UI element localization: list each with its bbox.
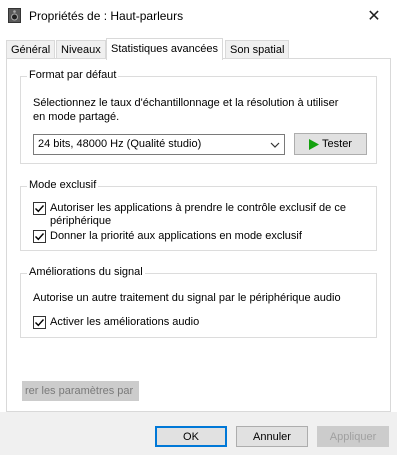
exclusive-control-label: Autoriser les applications à prendre le … [50, 202, 346, 214]
exclusive-priority-label: Donner la priorité aux applications en m… [50, 230, 302, 242]
checkmark-icon [35, 205, 45, 213]
tab-spatial-sound[interactable]: Son spatial [225, 40, 290, 59]
tab-strip: Général Niveaux Statistiques avancées So… [6, 38, 391, 60]
close-button[interactable]: ✕ [351, 0, 397, 31]
default-format-group: Format par défaut Sélectionnez le taux d… [20, 69, 377, 164]
default-format-description-2: en mode partagé. [33, 111, 120, 123]
test-button[interactable]: Tester [294, 133, 367, 155]
signal-enhancements-title: Améliorations du signal [27, 266, 145, 278]
exclusive-control-label-2: périphérique [50, 215, 112, 227]
restore-defaults-label: rer les paramètres par [25, 385, 134, 397]
tab-advanced[interactable]: Statistiques avancées [106, 38, 224, 60]
cancel-button-label: Annuler [253, 430, 291, 443]
restore-defaults-button[interactable]: rer les paramètres par [22, 381, 139, 401]
ok-button-label: OK [183, 430, 199, 443]
exclusive-priority-checkbox[interactable] [33, 230, 46, 243]
default-format-title: Format par défaut [27, 69, 119, 81]
exclusive-mode-group: Mode exclusif Autoriser les applications… [20, 179, 377, 251]
audio-enhancements-checkbox[interactable] [33, 316, 46, 329]
exclusive-mode-title: Mode exclusif [27, 179, 99, 191]
ok-button[interactable]: OK [155, 426, 227, 447]
play-icon [309, 138, 320, 150]
apply-button-label: Appliquer [329, 430, 377, 443]
test-button-label: Tester [322, 138, 352, 150]
tab-levels[interactable]: Niveaux [56, 40, 106, 59]
chevron-down-icon [270, 142, 280, 148]
signal-enhancements-group: Améliorations du signal Autorise un autr… [20, 266, 377, 338]
format-select-value: 24 bits, 48000 Hz (Qualité studio) [38, 138, 202, 150]
exclusive-control-checkbox[interactable] [33, 202, 46, 215]
audio-enhancements-label: Activer les améliorations audio [50, 316, 200, 328]
speaker-icon [8, 8, 21, 23]
title-bar: Propriétés de : Haut-parleurs ✕ [0, 0, 397, 31]
checkmark-icon [35, 319, 45, 327]
default-format-description: Sélectionnez le taux d'échantillonnage e… [33, 97, 339, 109]
signal-enhancements-description: Autorise un autre traitement du signal p… [33, 292, 341, 304]
checkmark-icon [35, 233, 45, 241]
cancel-button[interactable]: Annuler [236, 426, 308, 447]
window-title: Propriétés de : Haut-parleurs [29, 9, 184, 23]
tab-general[interactable]: Général [6, 40, 56, 59]
apply-button[interactable]: Appliquer [317, 426, 389, 447]
format-select[interactable]: 24 bits, 48000 Hz (Qualité studio) [33, 134, 285, 155]
tab-panel: Format par défaut Sélectionnez le taux d… [6, 58, 391, 412]
close-icon: ✕ [367, 7, 381, 25]
